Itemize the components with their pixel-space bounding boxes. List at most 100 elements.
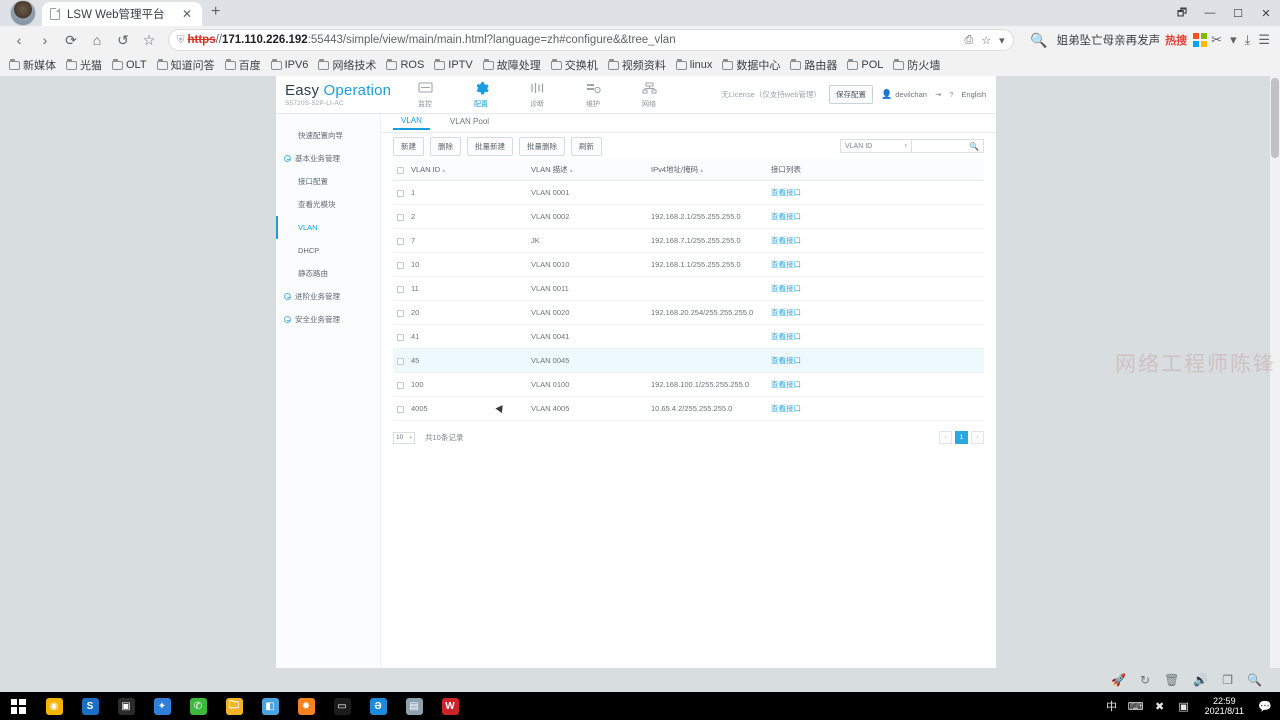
sidebar-item-快速配置向导[interactable]: 快速配置向导 [276, 124, 380, 147]
view-interface-link[interactable]: 查看接口 [771, 284, 801, 293]
wps-icon[interactable]: W [432, 692, 468, 720]
row-select-cell[interactable] [393, 300, 411, 325]
bookmark-item[interactable]: IPV6 [266, 58, 314, 71]
topnav-诊断[interactable]: 诊断 [519, 80, 555, 109]
search-field-select[interactable]: VLAN ID ▾ [840, 139, 912, 153]
bookmark-item[interactable]: 视频资料 [603, 57, 671, 73]
bookmark-item[interactable]: 知道问答 [152, 57, 220, 73]
table-row[interactable]: 41 VLAN 0041 查看接口 [393, 324, 984, 349]
select-all-checkbox[interactable] [397, 166, 404, 174]
notification-icon[interactable]: 💬 [1256, 700, 1274, 713]
sidebar-item-安全业务管理[interactable]: 安全业务管理 [276, 308, 380, 331]
table-row[interactable]: 100 VLAN 0100 192.168.100.1/255.255.255.0 查… [393, 372, 984, 397]
volume-icon[interactable]: 🔊 [1193, 673, 1208, 687]
bookmark-item[interactable]: 数据中心 [717, 57, 785, 73]
row-checkbox[interactable] [397, 357, 404, 365]
row-select-cell[interactable] [393, 204, 411, 229]
sogou-icon[interactable]: S [72, 692, 108, 720]
table-row[interactable]: 20 VLAN 0020 192.168.20.254/255.255.255.0 查… [393, 300, 984, 325]
page-1-button[interactable]: 1 [955, 431, 968, 444]
ime-icon[interactable]: 中 [1103, 698, 1121, 714]
bird-icon[interactable]: ✦ [144, 692, 180, 720]
tool-icon[interactable]: ▤ [396, 692, 432, 720]
explorer-icon[interactable]: 🗀 [216, 692, 252, 720]
scrollbar-thumb[interactable] [1271, 78, 1279, 158]
sort-icon[interactable]: ▴ [700, 168, 703, 174]
table-row[interactable]: 11 VLAN 0011 查看接口 [393, 276, 984, 301]
batch-create-button[interactable]: 批量新建 [467, 136, 513, 156]
sidebar-item-查看光模块[interactable]: 查看光模块 [276, 193, 380, 216]
header-vlan-id[interactable]: VLAN ID ▴ [411, 159, 531, 181]
sidebar-item-静态路由[interactable]: 静态路由 [276, 262, 380, 285]
close-tab-icon[interactable]: ✕ [180, 7, 194, 21]
trash-icon[interactable]: 🗑 [1164, 673, 1179, 687]
view-interface-link[interactable]: 查看接口 [771, 356, 801, 365]
star-icon[interactable]: ☆ [981, 34, 991, 47]
page-size-select[interactable]: 10 ▾ [393, 431, 415, 444]
row-checkbox[interactable] [397, 213, 404, 221]
bookmark-star-icon[interactable]: ☆ [136, 29, 162, 51]
row-checkbox[interactable] [397, 309, 404, 317]
expand-icon[interactable] [284, 316, 291, 323]
edraw-icon[interactable]: Ə [360, 692, 396, 720]
bookmark-item[interactable]: 百度 [220, 57, 266, 73]
clock-app-icon[interactable]: ✹ [288, 692, 324, 720]
bookmark-item[interactable]: 路由器 [785, 57, 842, 73]
bookmark-item[interactable]: ROS [381, 58, 429, 71]
browser-search-box[interactable]: 🔍 姐弟坠亡母亲再发声 热搜 [1020, 29, 1194, 51]
maximize-button[interactable]: ☐ [1224, 7, 1252, 20]
terminal-icon[interactable]: ▭ [324, 692, 360, 720]
table-row[interactable]: 10 VLAN 0010 192.168.1.1/255.255.255.0 查看接口 [393, 252, 984, 277]
download-icon[interactable]: ⤓ [1241, 32, 1255, 48]
sidebar-item-基本业务管理[interactable]: 基本业务管理 [276, 147, 380, 170]
topnav-网络[interactable]: 网络 [631, 80, 667, 109]
row-select-cell[interactable] [393, 324, 411, 349]
row-select-cell[interactable] [393, 252, 411, 277]
batch-delete-button[interactable]: 批量删除 [519, 136, 565, 156]
view-interface-link[interactable]: 查看接口 [771, 236, 801, 245]
apps-grid-icon[interactable] [1193, 33, 1208, 47]
bookmark-item[interactable]: OLT [107, 58, 152, 71]
bookmark-item[interactable]: 故障处理 [478, 57, 546, 73]
reload-icon[interactable]: ⟳ [58, 29, 84, 51]
user-info[interactable]: 👤 devilchan [881, 89, 927, 100]
chevron-down-icon[interactable]: ▾ [999, 34, 1005, 47]
window-icon[interactable]: ❐ [1222, 673, 1233, 687]
close-window-button[interactable]: ✕ [1252, 7, 1280, 20]
row-checkbox[interactable] [397, 285, 404, 293]
row-checkbox[interactable] [397, 237, 404, 245]
refresh-button[interactable]: 刷新 [571, 136, 602, 156]
keyboard-icon[interactable]: ⌨ [1127, 700, 1145, 713]
rocket-icon[interactable]: 🚀 [1111, 673, 1126, 687]
header-vlan-desc[interactable]: VLAN 描述 ▴ [531, 159, 651, 181]
sidebar-item-进阶业务管理[interactable]: 进阶业务管理 [276, 285, 380, 308]
create-button[interactable]: 新建 [393, 136, 424, 156]
sidebar-item-VLAN[interactable]: VLAN [276, 216, 380, 239]
share-icon[interactable]: ⎙ [964, 34, 973, 47]
view-interface-link[interactable]: 查看接口 [771, 380, 801, 389]
save-config-button[interactable]: 保存配置 [829, 85, 873, 104]
sidebar-item-DHCP[interactable]: DHCP [276, 239, 380, 262]
expand-icon[interactable] [284, 155, 291, 162]
screenshot-icon[interactable]: ▣ [1175, 700, 1193, 713]
history-icon[interactable]: ↺ [110, 29, 136, 51]
view-interface-link[interactable]: 查看接口 [771, 212, 801, 221]
close-small-icon[interactable]: ✖ [1151, 700, 1169, 713]
view-interface-link[interactable]: 查看接口 [771, 188, 801, 197]
search-input[interactable]: 🔍 [912, 139, 984, 153]
view-interface-link[interactable]: 查看接口 [771, 260, 801, 269]
row-select-cell[interactable] [393, 348, 411, 373]
prev-page-button[interactable]: ‹ [939, 431, 952, 444]
recorder-icon[interactable]: ▣ [108, 692, 144, 720]
bookmark-item[interactable]: 防火墙 [888, 57, 945, 73]
delete-button[interactable]: 删除 [430, 136, 461, 156]
bookmark-item[interactable]: 交换机 [546, 57, 603, 73]
tab-vlan[interactable]: VLAN [393, 116, 430, 130]
view-interface-link[interactable]: 查看接口 [771, 332, 801, 341]
next-page-button[interactable]: › [971, 431, 984, 444]
view-interface-link[interactable]: 查看接口 [771, 308, 801, 317]
row-checkbox[interactable] [397, 189, 404, 197]
bookmark-item[interactable]: IPTV [429, 58, 477, 71]
address-bar[interactable]: ⛨ https // 171.110.226.192 :55443/simple… [168, 29, 1014, 51]
chrome-icon[interactable]: ◉ [36, 692, 72, 720]
